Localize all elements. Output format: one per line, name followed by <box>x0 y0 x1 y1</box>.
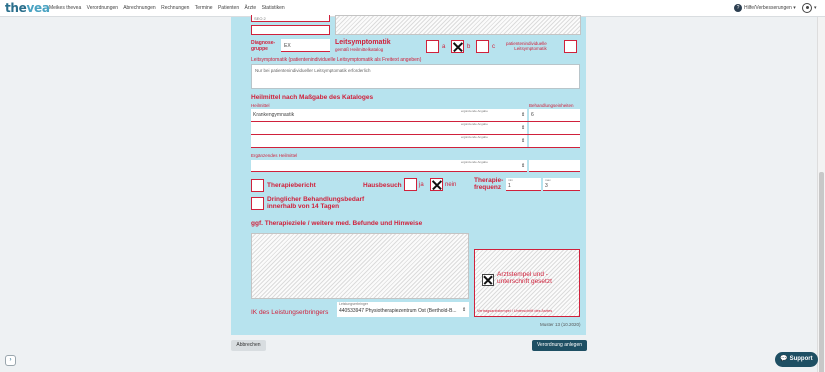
chevron-updown-icon[interactable]: ⇕ <box>521 138 525 144</box>
supplement-units[interactable] <box>529 160 580 172</box>
units-row-3[interactable] <box>529 135 580 147</box>
heilmittel-column-header: Heilmittel <box>251 103 270 108</box>
nav-item-abrechnungen[interactable]: Abrechnungen <box>123 5 156 11</box>
option-a-label: a <box>442 44 446 50</box>
chevron-updown-icon: ⇕ <box>462 307 467 313</box>
stamp-caption: Vertragsarztstempel / Unterschrift des A… <box>477 309 553 313</box>
nav-item-aerzte[interactable]: Ärzte <box>245 5 257 11</box>
urgent-checkbox[interactable] <box>251 197 264 210</box>
diagnosis-group-value: EX <box>284 43 291 49</box>
frequency-min-label: min <box>508 178 513 182</box>
hausbesuch-ja-checkbox[interactable] <box>404 178 417 191</box>
page-scrollbar[interactable] <box>817 17 825 372</box>
chevron-updown-icon[interactable]: ⇕ <box>521 125 525 131</box>
option-b-label: b <box>467 44 471 50</box>
stamp-checkbox[interactable] <box>482 274 494 286</box>
units-column-header: Behandlungseinheiten <box>529 103 574 108</box>
chevron-down-icon[interactable]: ▾ <box>814 5 817 11</box>
option-a-checkbox[interactable] <box>426 40 439 53</box>
top-field-2[interactable] <box>251 25 330 35</box>
main-nav: Meikes thevea Verordnungen Abrechnungen … <box>49 5 289 11</box>
nav-item-verordnungen[interactable]: Verordnungen <box>87 5 118 11</box>
units-row-1[interactable]: 6 <box>529 109 580 121</box>
option-c-checkbox[interactable] <box>476 40 489 53</box>
heilmittel-title: Heilmittel nach Maßgabe des Kataloges <box>251 94 374 101</box>
hausbesuch-nein-label: nein <box>445 182 457 188</box>
row-divider <box>251 147 580 148</box>
supplement-row[interactable]: ergänzende Angabe ⇕ <box>251 160 527 172</box>
therapiebericht-checkbox[interactable] <box>251 179 264 192</box>
frequency-max-input[interactable]: max 3 <box>543 178 580 191</box>
help-menu[interactable]: Hilfe/Verbesserungen ▾ <box>744 5 796 11</box>
help-menu-label: Hilfe/Verbesserungen <box>744 5 792 11</box>
nav-item-termine[interactable]: Termine <box>195 5 213 11</box>
therapiefrequenz-label: Therapie- frequenz <box>474 177 504 191</box>
leitsymptomatik-sub: gemäß Heilmittelkatalog <box>335 47 384 52</box>
provider-select-label: Leistungserbringer <box>339 302 368 306</box>
stamp-label: Arztstempel und - unterschrift gesetzt <box>497 271 552 285</box>
supplement-label: Ergänzendes Heilmittel <box>251 153 298 158</box>
chat-bubble-icon: 💬 <box>780 356 788 362</box>
nav-item-patienten[interactable]: Patienten <box>218 5 239 11</box>
additional-info-tag: ergänzende Angabe <box>461 160 488 164</box>
units-row-1-value: 6 <box>531 112 534 118</box>
freetext-label: Leitsymptomatik (patientenindividuelle L… <box>251 57 422 63</box>
hatched-area <box>335 15 581 35</box>
prescription-form: SEO 2 Diagnose- gruppe EX Leitsymptomati… <box>231 15 586 335</box>
ik-label: IK des Leistungserbringers <box>251 309 329 316</box>
chevron-updown-icon[interactable]: ⇕ <box>521 163 525 169</box>
diagnosis-group-label: Diagnose- gruppe <box>251 40 276 52</box>
thevea-logo[interactable]: thevea <box>5 1 50 15</box>
create-prescription-button[interactable]: Verordnung anlegen <box>532 340 587 351</box>
heilmittel-row-3[interactable]: ergänzende Angabe ⇕ <box>251 135 527 147</box>
nav-item-statistiken[interactable]: Statistiken <box>262 5 285 11</box>
leitsymptomatik-freetext-input[interactable]: Nur bei patientenindividueller Leitsympt… <box>251 64 580 89</box>
patient-individual-label: patientenindividuelle Leitsymptomatik <box>506 41 547 51</box>
frequency-max-label: max <box>545 178 551 182</box>
additional-info-tag: ergänzende Angabe <box>461 135 488 139</box>
additional-info-tag: ergänzende Angabe <box>461 109 488 113</box>
option-c-label: c <box>492 44 495 50</box>
therapiebericht-label: Therapiebericht <box>267 182 316 189</box>
cancel-button[interactable]: Abbrechen <box>231 340 266 351</box>
goals-title: ggf. Therapieziele / weitere med. Befund… <box>251 220 423 227</box>
hausbesuch-nein-checkbox[interactable] <box>430 178 443 191</box>
provider-select[interactable]: Leistungserbringer 440533947 Physiothera… <box>337 302 469 317</box>
frequency-min-input[interactable]: min 1 <box>506 178 541 191</box>
provider-select-value: 440533947 Physiotherapiezentrum Ost (Ber… <box>339 308 457 314</box>
nav-item-meikes-thevea[interactable]: Meikes thevea <box>49 5 81 11</box>
patient-individual-checkbox[interactable] <box>564 40 577 53</box>
frequency-min-value: 1 <box>508 183 511 189</box>
leitsymptomatik-label: Leitsymptomatik <box>335 39 391 46</box>
freetext-placeholder: Nur bei patientenindividueller Leitsympt… <box>255 68 371 73</box>
frequency-max-value: 3 <box>545 183 548 189</box>
scrollbar-thumb[interactable] <box>819 172 824 372</box>
sidebar-toggle-chevron-right-icon[interactable]: › <box>5 355 16 366</box>
heilmittel-row-1[interactable]: Krankengymnastik ergänzende Angabe ⇕ <box>251 109 527 121</box>
top-field[interactable]: SEO 2 <box>251 15 330 22</box>
heilmittel-row-1-value: Krankengymnastik <box>253 112 295 118</box>
support-label: Support <box>789 356 813 362</box>
logo-text: the <box>5 1 27 15</box>
form-version: Muster 13 (10.2020) <box>540 322 581 327</box>
additional-info-tag: ergänzende Angabe <box>461 122 488 126</box>
diagnosis-group-field[interactable]: EX <box>281 39 330 52</box>
help-icon[interactable]: ? <box>734 4 742 12</box>
chevron-updown-icon[interactable]: ⇕ <box>521 112 525 118</box>
units-row-2[interactable] <box>529 122 580 134</box>
chevron-down-icon: ▾ <box>793 5 796 11</box>
heilmittel-row-2[interactable]: ergänzende Angabe ⇕ <box>251 122 527 134</box>
user-avatar-icon[interactable] <box>802 3 812 13</box>
hausbesuch-ja-label: ja <box>419 182 424 188</box>
support-button[interactable]: 💬 Support <box>775 352 818 367</box>
option-b-checkbox[interactable] <box>451 40 464 53</box>
goals-textarea[interactable] <box>251 233 469 299</box>
hausbesuch-label: Hausbesuch <box>363 182 402 189</box>
logo-accent-text: vea <box>26 1 50 15</box>
nav-item-rechnungen[interactable]: Rechnungen <box>161 5 189 11</box>
urgent-label: Dringlicher Behandlungsbedarf innerhalb … <box>267 196 365 210</box>
